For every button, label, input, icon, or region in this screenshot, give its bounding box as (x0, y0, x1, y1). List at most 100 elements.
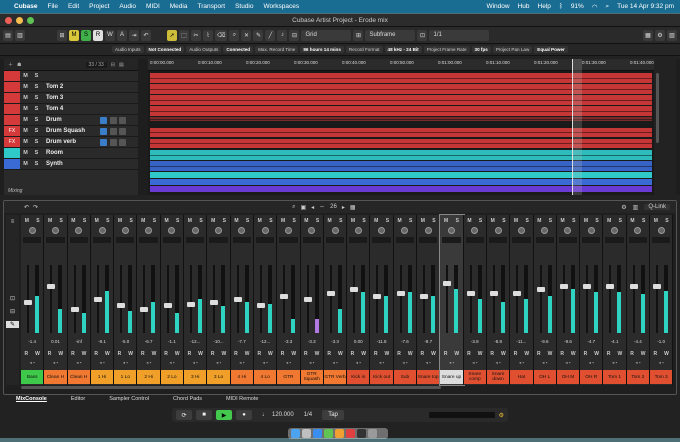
metronome-icon[interactable]: ♩ (262, 412, 268, 418)
write-automation-button[interactable]: W (221, 351, 226, 357)
channel-controls-icon[interactable]: ◂ ▪ (184, 360, 206, 366)
write-automation-button[interactable]: W (35, 351, 40, 357)
fader-value[interactable]: -12... (254, 339, 276, 344)
fader-value[interactable]: -3.3 (301, 339, 323, 344)
vertical-scrollbar[interactable] (654, 59, 676, 195)
erase-tool-icon[interactable]: ⌫ (215, 29, 228, 41)
write-automation-button[interactable]: W (385, 351, 390, 357)
glue-tool-icon[interactable]: ⌇ (203, 29, 213, 41)
channel-solo-button[interactable]: S (665, 218, 668, 224)
fader-cap[interactable] (443, 281, 452, 286)
fader-cap[interactable] (303, 297, 312, 302)
channel-name[interactable]: 3 Lo (207, 370, 230, 384)
menu-midi[interactable]: MIDI (146, 3, 160, 10)
q-link-button[interactable]: Q-Link (644, 204, 670, 210)
snap-toggle-icon[interactable]: ⊟ (289, 29, 300, 41)
channel-strip[interactable]: M S -9.1 R W ◂ ▪ 1 Hi (90, 215, 115, 385)
tab-chord-pads[interactable]: Chord Pads (173, 396, 202, 405)
mute-tool-icon[interactable]: ✕ (241, 29, 252, 41)
fader-cap[interactable] (210, 300, 219, 306)
channel-settings-icon[interactable] (119, 117, 126, 124)
read-automation-button[interactable]: R (560, 351, 564, 357)
cubase-icon[interactable] (357, 429, 366, 438)
read-automation-button[interactable]: R (584, 351, 588, 357)
read-automation-button[interactable]: R (141, 351, 145, 357)
right-zone-button[interactable]: ▧ (667, 29, 677, 41)
track-mute-button[interactable]: M (20, 106, 31, 112)
channel-name[interactable]: Clean H (44, 370, 67, 384)
pan-control[interactable] (605, 237, 624, 243)
mixer-redo-icon[interactable]: ↷ (33, 204, 38, 211)
mixer-edit-icon[interactable]: ✎ (6, 321, 19, 328)
channel-strip[interactable]: M S -10... R W ◂ ▪ 3 Lo (207, 215, 231, 385)
channel-mute-button[interactable]: M (397, 218, 401, 224)
fader-cap[interactable] (373, 293, 382, 299)
fader-value[interactable]: -11... (510, 339, 532, 344)
channel-mute-button[interactable]: M (188, 218, 192, 224)
input-gain-knob[interactable] (378, 227, 386, 234)
channel-fader[interactable] (27, 265, 29, 333)
channel-name[interactable]: Tom 2 (626, 370, 650, 384)
track-mute-button[interactable]: M (20, 150, 31, 156)
channel-mute-button[interactable]: M (374, 218, 378, 224)
fader-value[interactable]: -3.8 (464, 339, 486, 344)
channel-controls-icon[interactable]: ◂ ▪ (301, 360, 323, 366)
fader-cap[interactable] (117, 303, 126, 309)
channel-solo-button[interactable]: S (619, 218, 622, 224)
track-name[interactable]: Drum verb (46, 139, 76, 145)
channel-strip[interactable]: M S -3.3 R W ◂ ▪ GTR Squash (300, 215, 324, 385)
channel-strip[interactable]: M S -7.7 R W ◂ ▪ 4 Hi (230, 215, 254, 385)
channel-solo-button[interactable]: S (549, 218, 552, 224)
fader-cap[interactable] (140, 306, 149, 312)
menu-workspaces[interactable]: Workspaces (264, 3, 300, 10)
edit-channel-icon[interactable] (110, 128, 117, 135)
layout-icon[interactable]: ▦ (643, 29, 653, 41)
channel-controls-icon[interactable]: ◂ ▪ (394, 360, 416, 366)
zoom-window-button[interactable] (27, 17, 34, 24)
grid-icon[interactable]: ⊞ (353, 29, 364, 41)
input-gain-knob[interactable] (238, 227, 246, 234)
line-tool-icon[interactable]: ╱ (265, 29, 276, 41)
write-automation-button[interactable]: W (82, 351, 87, 357)
channel-mute-button[interactable]: M (561, 218, 565, 224)
read-automation-button[interactable]: R (211, 351, 215, 357)
track-name[interactable]: Drum Squash (46, 128, 85, 134)
channel-strip[interactable]: M S -4.1 R W ◂ ▪ Tom 1 (603, 215, 627, 385)
input-gain-knob[interactable] (471, 227, 479, 234)
pan-control[interactable] (232, 237, 251, 243)
channel-strip[interactable]: M S -3.3 R W ◂ ▪ GTR (277, 215, 301, 385)
write-automation-button[interactable]: W (548, 351, 553, 357)
menu-edit[interactable]: Edit (68, 3, 79, 10)
channel-mute-button[interactable]: M (71, 218, 75, 224)
channel-strip[interactable]: M S -12... R W ◂ ▪ 3 Hi (184, 215, 208, 385)
mixer-output-icon[interactable]: ⊟ (6, 308, 19, 315)
track-row[interactable]: M S Drum (4, 115, 138, 126)
messages-icon[interactable] (324, 429, 333, 438)
input-gain-knob[interactable] (657, 227, 665, 234)
mute-mode-button[interactable]: M (69, 29, 79, 41)
channel-strip[interactable]: M S -4.7 R W ◂ ▪ OH R (580, 215, 604, 385)
input-gain-knob[interactable] (494, 227, 502, 234)
channel-controls-icon[interactable]: ◂ ▪ (68, 360, 90, 366)
read-automation-button[interactable]: R (537, 351, 541, 357)
mixer-filter-icon[interactable]: ▣ (300, 204, 306, 211)
track-name[interactable]: Synth (46, 161, 63, 167)
settings-icon[interactable]: ⚙ (655, 29, 665, 41)
channel-name[interactable]: Bass (21, 370, 44, 384)
pan-control[interactable] (162, 237, 182, 243)
channel-name[interactable]: Tom 3 (650, 370, 673, 384)
menu-app[interactable]: Cubase (14, 3, 37, 10)
menu-audio[interactable]: Audio (119, 3, 136, 10)
channel-controls-icon[interactable]: ◂ ▪ (440, 360, 462, 366)
pan-control[interactable] (46, 237, 65, 243)
edit-channel-icon[interactable] (110, 139, 117, 146)
channel-solo-button[interactable]: S (595, 218, 598, 224)
channel-mute-button[interactable]: M (281, 218, 285, 224)
fader-cap[interactable] (583, 284, 592, 290)
write-automation-button[interactable]: W (431, 351, 436, 357)
input-gain-knob[interactable] (51, 227, 59, 234)
channel-controls-icon[interactable]: ◂ ▪ (324, 360, 346, 366)
menu-transport[interactable]: Transport (197, 3, 225, 10)
tab-sampler-control[interactable]: Sampler Control (109, 396, 149, 405)
channel-solo-button[interactable]: S (60, 218, 63, 224)
